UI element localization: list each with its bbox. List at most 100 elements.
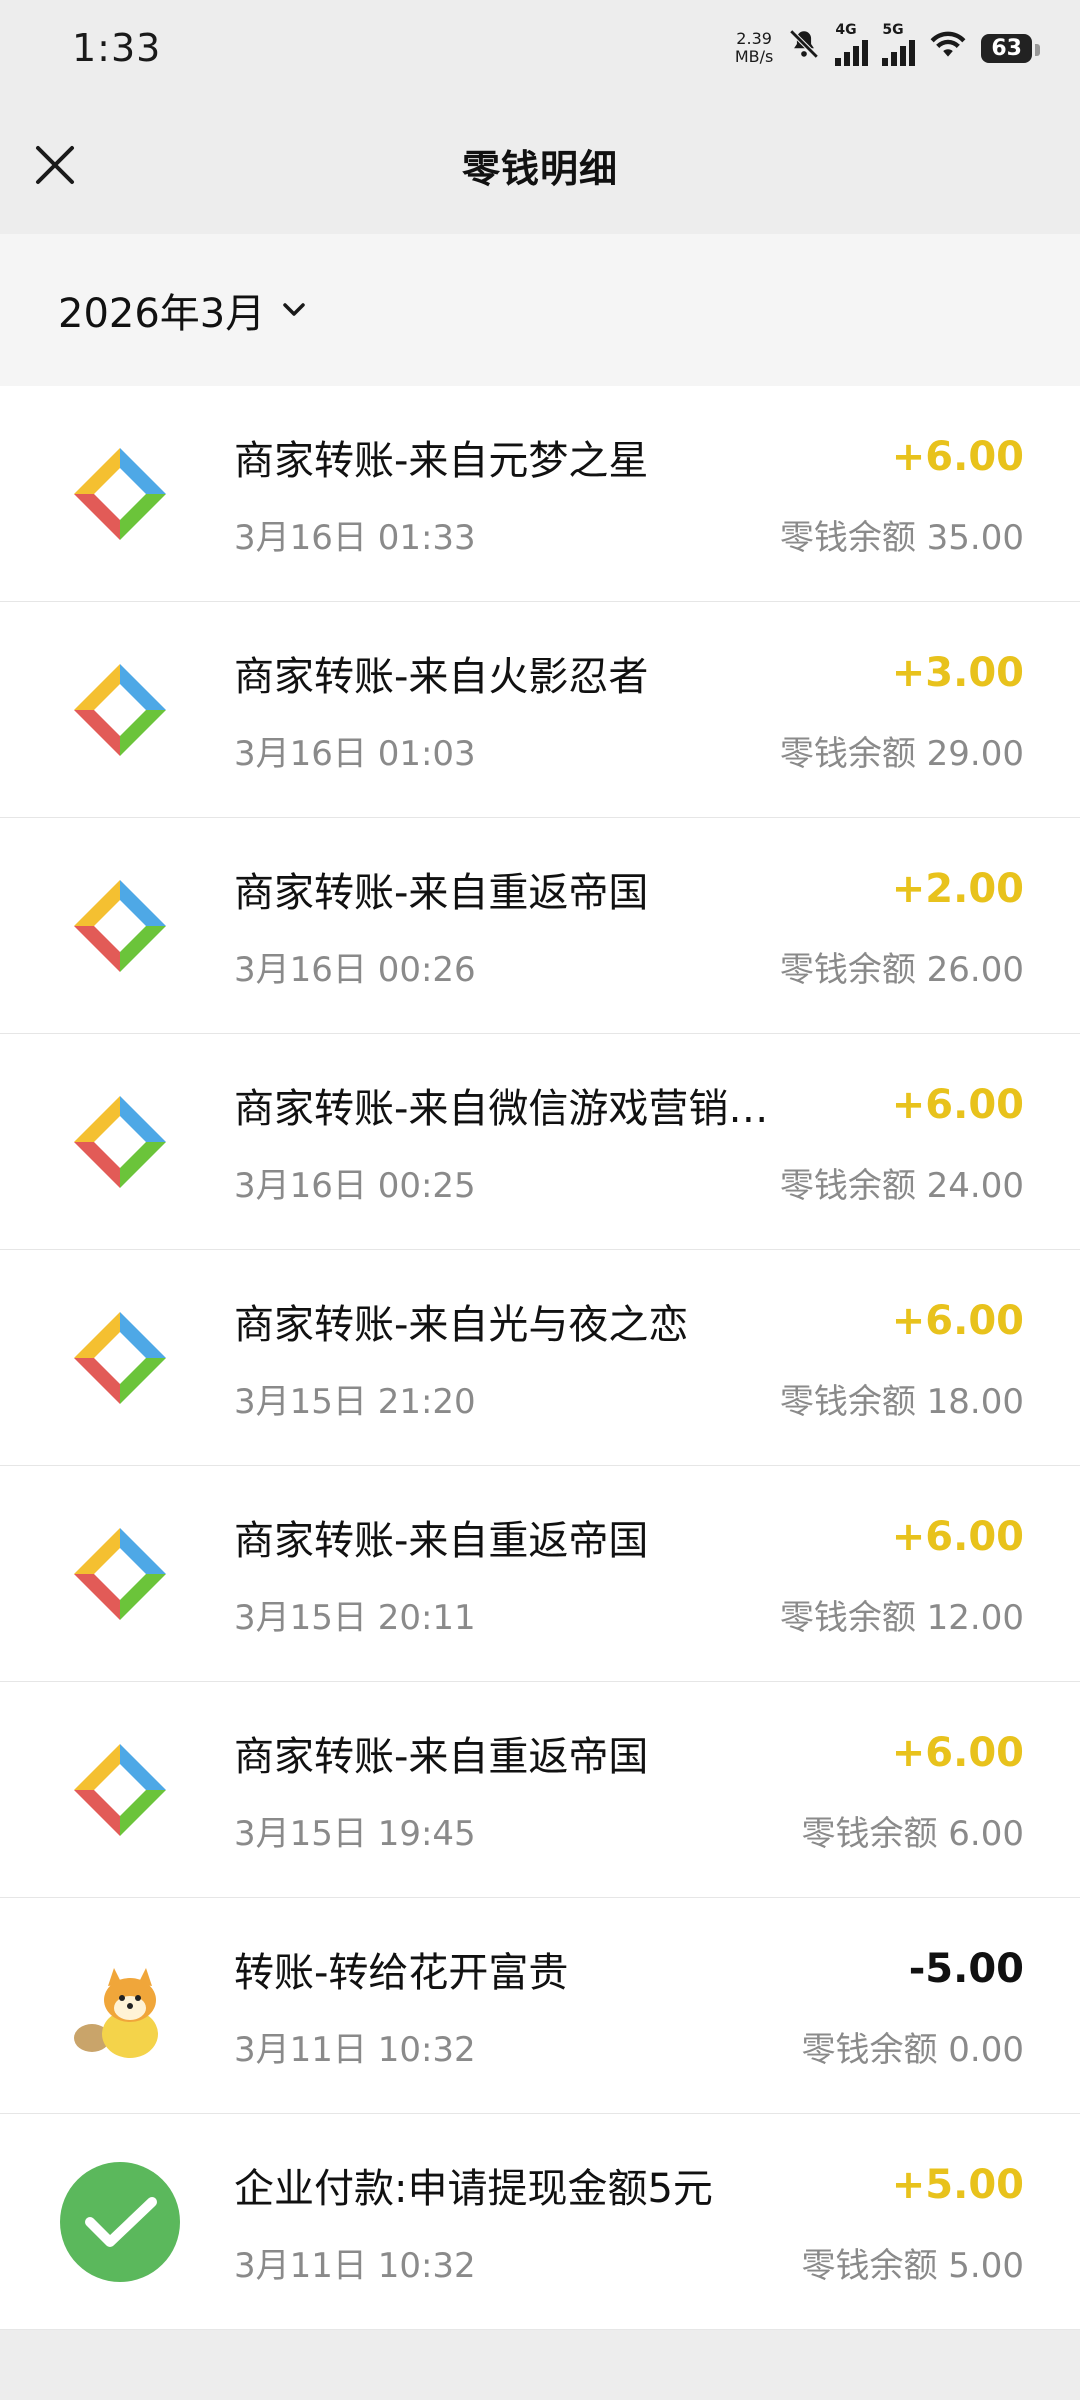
- transaction-title: 商家转账-来自元梦之星: [234, 438, 649, 484]
- transaction-details: 商家转账-来自元梦之星 +6.00 3月16日 01:33 零钱余额 35.00: [234, 428, 1024, 559]
- cell-signal-5g-icon: 5G: [882, 22, 916, 66]
- status-time: 1:33: [72, 26, 162, 70]
- transaction-main-line: 商家转账-来自重返帝国 +2.00: [234, 860, 1024, 918]
- transaction-date: 3月15日 19:45: [234, 1814, 476, 1854]
- transaction-row[interactable]: 商家转账-来自重返帝国 +2.00 3月16日 00:26 零钱余额 26.00: [0, 818, 1080, 1034]
- transaction-sub-line: 3月16日 00:26 零钱余额 26.00: [234, 942, 1024, 991]
- transaction-balance: 零钱余额 26.00: [779, 950, 1024, 990]
- transaction-details: 转账-转给花开富贵 -5.00 3月11日 10:32 零钱余额 0.00: [234, 1940, 1024, 2071]
- transaction-main-line: 企业付款:申请提现金额5元 +5.00: [234, 2156, 1024, 2214]
- transaction-balance: 零钱余额 5.00: [801, 2246, 1024, 2286]
- merchant-logo-icon: [56, 1510, 184, 1638]
- transaction-main-line: 转账-转给花开富贵 -5.00: [234, 1940, 1024, 1998]
- transaction-title: 企业付款:申请提现金额5元: [234, 2166, 713, 2212]
- net-speed-unit: MB/s: [734, 47, 774, 66]
- transaction-sub-line: 3月16日 01:33 零钱余额 35.00: [234, 510, 1024, 559]
- transaction-details: 商家转账-来自光与夜之恋 +6.00 3月15日 21:20 零钱余额 18.00: [234, 1292, 1024, 1423]
- transaction-row[interactable]: 企业付款:申请提现金额5元 +5.00 3月11日 10:32 零钱余额 5.00: [0, 2114, 1080, 2330]
- transaction-amount: +2.00: [891, 866, 1024, 912]
- battery-icon: 63: [981, 33, 1040, 63]
- transaction-title: 转账-转给花开富贵: [234, 1950, 569, 1996]
- merchant-logo-icon: [56, 1726, 184, 1854]
- transaction-sub-line: 3月11日 10:32 零钱余额 0.00: [234, 2022, 1024, 2071]
- transaction-balance: 零钱余额 6.00: [801, 1814, 1024, 1854]
- transaction-balance: 零钱余额 18.00: [779, 1382, 1024, 1422]
- page-title: 零钱明细: [461, 146, 618, 191]
- month-selector[interactable]: 2026年3月: [58, 281, 309, 339]
- transaction-date: 3月15日 21:20: [234, 1382, 476, 1422]
- wifi-icon: [929, 29, 967, 67]
- merchant-logo-icon: [56, 646, 184, 774]
- net-speed-value: 2.39: [736, 29, 772, 48]
- transaction-amount: +6.00: [891, 1082, 1024, 1128]
- network-type-2: 5G: [882, 22, 904, 38]
- transaction-sub-line: 3月15日 21:20 零钱余额 18.00: [234, 1374, 1024, 1423]
- transaction-details: 商家转账-来自微信游戏营销… +6.00 3月16日 00:25 零钱余额 24.00: [234, 1076, 1024, 1207]
- cell-signal-4g-icon: 4G: [835, 22, 869, 66]
- transaction-sub-line: 3月15日 19:45 零钱余额 6.00: [234, 1806, 1024, 1855]
- transaction-sub-line: 3月16日 01:03 零钱余额 29.00: [234, 726, 1024, 775]
- transaction-sub-line: 3月16日 00:25 零钱余额 24.00: [234, 1158, 1024, 1207]
- transaction-row[interactable]: 商家转账-来自火影忍者 +3.00 3月16日 01:03 零钱余额 29.00: [0, 602, 1080, 818]
- transaction-details: 商家转账-来自重返帝国 +6.00 3月15日 20:11 零钱余额 12.00: [234, 1508, 1024, 1639]
- transaction-balance: 零钱余额 12.00: [779, 1598, 1024, 1638]
- network-type-1: 4G: [835, 22, 857, 38]
- bell-muted-icon: [787, 27, 821, 70]
- transaction-title: 商家转账-来自微信游戏营销…: [234, 1086, 769, 1132]
- transaction-balance: 零钱余额 24.00: [779, 1166, 1024, 1206]
- transaction-main-line: 商家转账-来自火影忍者 +3.00: [234, 644, 1024, 702]
- transaction-title: 商家转账-来自重返帝国: [234, 1518, 649, 1564]
- transaction-list: 商家转账-来自元梦之星 +6.00 3月16日 01:33 零钱余额 35.00 商家转…: [0, 386, 1080, 2330]
- merchant-logo-icon: [56, 1078, 184, 1206]
- transaction-amount: +3.00: [891, 650, 1024, 696]
- transaction-sub-line: 3月11日 10:32 零钱余额 5.00: [234, 2238, 1024, 2287]
- close-icon: [36, 146, 74, 184]
- month-filter-bar: 2026年3月: [0, 234, 1080, 386]
- transaction-date: 3月16日 01:03: [234, 734, 476, 774]
- transaction-main-line: 商家转账-来自重返帝国 +6.00: [234, 1724, 1024, 1782]
- transaction-main-line: 商家转账-来自微信游戏营销… +6.00: [234, 1076, 1024, 1134]
- transaction-main-line: 商家转账-来自元梦之星 +6.00: [234, 428, 1024, 486]
- transaction-amount: +5.00: [891, 2162, 1024, 2208]
- transaction-balance: 零钱余额 35.00: [779, 518, 1024, 558]
- transaction-sub-line: 3月15日 20:11 零钱余额 12.00: [234, 1590, 1024, 1639]
- transaction-details: 商家转账-来自火影忍者 +3.00 3月16日 01:03 零钱余额 29.00: [234, 644, 1024, 775]
- month-label: 2026年3月: [58, 291, 266, 337]
- transaction-details: 企业付款:申请提现金额5元 +5.00 3月11日 10:32 零钱余额 5.00: [234, 2156, 1024, 2287]
- transaction-date: 3月11日 10:32: [234, 2030, 476, 2070]
- wechat-pay-icon: [56, 2158, 184, 2286]
- shiba-avatar-icon: [56, 1942, 184, 2070]
- transaction-amount: +6.00: [891, 434, 1024, 480]
- transaction-amount: +6.00: [891, 1298, 1024, 1344]
- transaction-details: 商家转账-来自重返帝国 +6.00 3月15日 19:45 零钱余额 6.00: [234, 1724, 1024, 1855]
- transaction-title: 商家转账-来自火影忍者: [234, 654, 649, 700]
- transaction-title: 商家转账-来自光与夜之恋: [234, 1302, 689, 1348]
- page-header: 零钱明细: [0, 96, 1080, 234]
- transaction-amount: -5.00: [908, 1946, 1024, 1992]
- transaction-main-line: 商家转账-来自光与夜之恋 +6.00: [234, 1292, 1024, 1350]
- transaction-row[interactable]: 商家转账-来自微信游戏营销… +6.00 3月16日 00:25 零钱余额 24.00: [0, 1034, 1080, 1250]
- status-icons: 2.39 MB/s 4G 5G 63: [735, 22, 1040, 70]
- transaction-row[interactable]: 商家转账-来自光与夜之恋 +6.00 3月15日 21:20 零钱余额 18.00: [0, 1250, 1080, 1466]
- transaction-row[interactable]: 转账-转给花开富贵 -5.00 3月11日 10:32 零钱余额 0.00: [0, 1898, 1080, 2114]
- merchant-logo-icon: [56, 1294, 184, 1422]
- transaction-row[interactable]: 商家转账-来自重返帝国 +6.00 3月15日 19:45 零钱余额 6.00: [0, 1682, 1080, 1898]
- chevron-down-icon: [283, 303, 305, 316]
- transaction-date: 3月11日 10:32: [234, 2246, 476, 2286]
- merchant-logo-icon: [56, 430, 184, 558]
- transaction-date: 3月16日 00:25: [234, 1166, 476, 1206]
- transaction-row[interactable]: 商家转账-来自重返帝国 +6.00 3月15日 20:11 零钱余额 12.00: [0, 1466, 1080, 1682]
- transaction-title: 商家转账-来自重返帝国: [234, 1734, 649, 1780]
- transaction-details: 商家转账-来自重返帝国 +2.00 3月16日 00:26 零钱余额 26.00: [234, 860, 1024, 991]
- transaction-balance: 零钱余额 29.00: [779, 734, 1024, 774]
- transaction-date: 3月15日 20:11: [234, 1598, 476, 1638]
- transaction-balance: 零钱余额 0.00: [801, 2030, 1024, 2070]
- transaction-row[interactable]: 商家转账-来自元梦之星 +6.00 3月16日 01:33 零钱余额 35.00: [0, 386, 1080, 602]
- close-button[interactable]: [30, 140, 80, 190]
- transaction-main-line: 商家转账-来自重返帝国 +6.00: [234, 1508, 1024, 1566]
- status-bar: 1:33 2.39 MB/s 4G 5G 63: [0, 0, 1080, 96]
- transaction-date: 3月16日 01:33: [234, 518, 476, 558]
- transaction-amount: +6.00: [891, 1730, 1024, 1776]
- merchant-logo-icon: [56, 862, 184, 990]
- net-speed: 2.39 MB/s: [735, 30, 774, 66]
